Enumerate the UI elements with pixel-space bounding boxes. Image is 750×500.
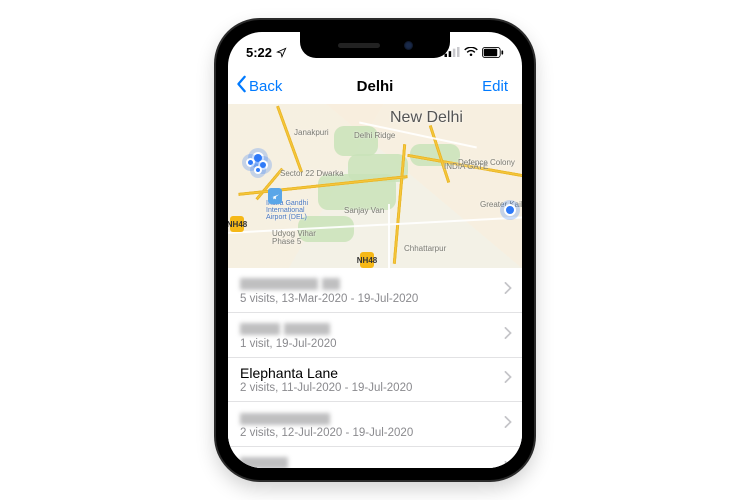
- notch: [300, 32, 450, 58]
- chevron-right-icon: [504, 415, 512, 433]
- chevron-right-icon: [504, 326, 512, 344]
- route-badge: NH48: [360, 252, 374, 268]
- edit-button[interactable]: Edit: [482, 78, 514, 95]
- list-item[interactable]: 2 visits, 12-Jul-2020 - 19-Jul-2020: [228, 402, 522, 447]
- battery-icon: [482, 47, 504, 58]
- status-time: 5:22: [246, 45, 272, 60]
- map-label: Janakpuri: [294, 128, 329, 137]
- list-item[interactable]: 26 visits, 18-Feb-2020 - 19-Jul-2020: [228, 447, 522, 468]
- list-item-subtitle: 2 visits, 11-Jul-2020 - 19-Jul-2020: [240, 382, 494, 394]
- map-label: Sanjay Van: [344, 206, 384, 215]
- screen: 5:22 Bac: [228, 32, 522, 468]
- wifi-icon: [464, 47, 478, 57]
- iphone-frame: 5:22 Bac: [216, 20, 534, 480]
- list-item-subtitle: 1 visit, 19-Jul-2020: [240, 338, 494, 350]
- location-dot[interactable]: [254, 166, 262, 174]
- route-badge: NH48: [230, 216, 244, 232]
- map-label: Chhattarpur: [404, 244, 446, 253]
- map-view[interactable]: New Delhi Janakpuri Delhi Ridge INDIA GA…: [228, 104, 522, 268]
- map-label: Delhi Ridge: [354, 131, 395, 140]
- location-dot[interactable]: [246, 158, 255, 167]
- map-label: Udyog Vihar Phase 5: [272, 230, 322, 246]
- list-item-title: Elephanta Lane: [240, 365, 494, 382]
- chevron-right-icon: [504, 281, 512, 299]
- navigation-bar: Back Delhi Edit: [228, 68, 522, 104]
- list-item[interactable]: 5 visits, 13-Mar-2020 - 19-Jul-2020: [228, 268, 522, 313]
- chevron-right-icon: [504, 370, 512, 388]
- map-label: Sector 22 Dwarka: [280, 169, 344, 178]
- airport-icon: [268, 188, 282, 204]
- list-item-subtitle: 5 visits, 13-Mar-2020 - 19-Jul-2020: [240, 293, 494, 305]
- chevron-left-icon: [236, 75, 249, 97]
- map-label-new-delhi: New Delhi: [390, 109, 463, 127]
- list-item-title: [240, 320, 494, 337]
- list-item-title: [240, 409, 494, 426]
- back-button[interactable]: Back: [236, 75, 282, 97]
- location-dot[interactable]: [504, 204, 516, 216]
- list-item[interactable]: Elephanta Lane 2 visits, 11-Jul-2020 - 1…: [228, 358, 522, 403]
- list-item[interactable]: 1 visit, 19-Jul-2020: [228, 313, 522, 358]
- list-item-subtitle: 2 visits, 12-Jul-2020 - 19-Jul-2020: [240, 427, 494, 439]
- list-item-title: [240, 275, 494, 292]
- location-services-icon: [276, 47, 287, 58]
- back-label: Back: [249, 78, 282, 95]
- locations-list[interactable]: 5 visits, 13-Mar-2020 - 19-Jul-2020 1 vi…: [228, 268, 522, 468]
- list-item-title: [240, 454, 494, 468]
- map-label: Defence Colony: [458, 158, 515, 167]
- chevron-right-icon: [504, 460, 512, 468]
